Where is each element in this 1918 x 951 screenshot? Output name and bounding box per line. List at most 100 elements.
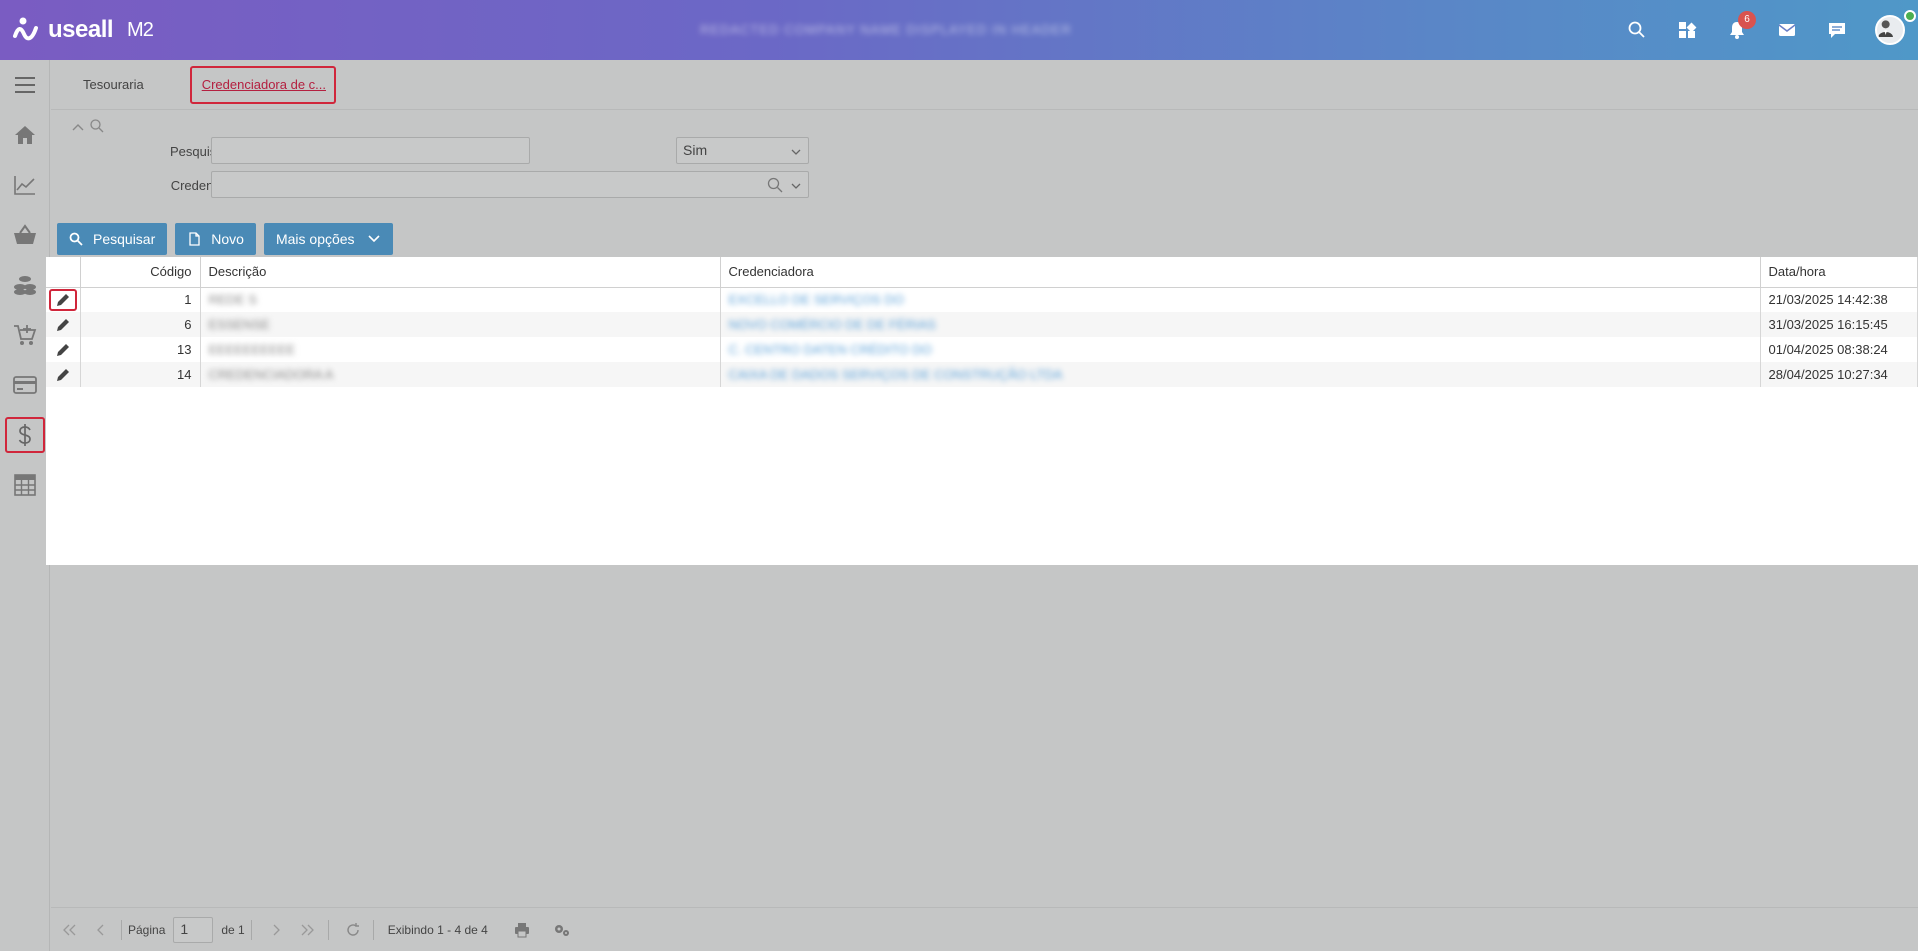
chart-line-icon [14,176,35,195]
chevron-down-icon [367,235,380,243]
cell-acquirer[interactable]: NOVO COMÉRCIO DE DE FÉRIAS [729,317,936,332]
cell-description: CREDENCIADORA A [208,367,334,382]
cell-datetime: 28/04/2025 10:27:34 [1760,362,1918,387]
edit-row-button[interactable] [49,314,77,336]
sidebar-item-treasury[interactable] [0,410,50,460]
pencil-icon [56,318,69,331]
results-table: Código Descrição Credenciadora Data/hora… [46,257,1918,387]
messages-button[interactable] [1762,0,1812,60]
pagination-bar: Página 1 de 1 Exibindo 1 - 4 de 4 [51,907,1918,951]
credit-card-icon [13,376,37,394]
apps-grid-icon [1679,22,1697,38]
sidebar-item-accounting[interactable] [0,460,50,510]
double-chevron-right-icon [301,924,314,935]
user-menu-button[interactable] [1862,0,1918,60]
sidebar-item-purchases[interactable] [0,310,50,360]
sidebar-item-stock[interactable] [0,260,50,310]
home-icon [15,126,35,144]
page-number-input[interactable]: 1 [173,916,214,943]
table-row[interactable]: 6 ESSENSE NOVO COMÉRCIO DE DE FÉRIAS 31/… [46,312,1918,337]
cell-datetime: 01/04/2025 08:38:24 [1760,337,1918,362]
cell-acquirer[interactable]: EXCELLO DE SERVIÇOS DO [729,292,904,307]
printer-icon [514,922,529,937]
table-row[interactable]: 13 EEEEEEEEEE C. CENTRO DATEN CRÉDITO DO… [46,337,1918,362]
action-toolbar: Pesquisar Novo Mais opções [57,223,393,255]
col-code[interactable]: Código [80,257,201,288]
notifications-badge: 6 [1738,11,1756,29]
tab-acquirer[interactable]: Credenciadora de c... [189,65,336,104]
grid-settings-button[interactable] [548,916,576,944]
refresh-button[interactable] [339,916,367,944]
double-chevron-left-icon [63,924,76,935]
records-count-label: Exibindo 1 - 4 de 4 [387,922,488,937]
cell-code: 14 [80,362,201,387]
active-select[interactable]: Sim [676,137,809,164]
print-button[interactable] [508,916,536,944]
sidebar-item-sales[interactable] [0,210,50,260]
pager-divider [250,919,252,940]
chevron-left-icon [97,924,104,935]
apps-button[interactable] [1662,0,1712,60]
table-row[interactable]: 14 CREDENCIADORA A CAIXA DE DADOS SERVIÇ… [46,362,1918,387]
cell-description: REDE S [208,292,257,308]
search-icon [1628,21,1645,38]
sidebar-item-treasury-highlight [5,417,45,453]
edit-row-button[interactable] [49,339,77,361]
prev-page-button[interactable] [87,916,115,944]
pager-divider [121,919,122,940]
sidebar-item-menu[interactable] [0,60,50,110]
chevron-down-icon [790,178,802,194]
cell-description: EEEEEEEEEE [208,342,296,357]
more-options-button[interactable]: Mais opções [263,223,393,255]
app-logo[interactable]: useall M2 [12,16,154,44]
cell-code: 6 [80,312,201,337]
acquirer-select[interactable] [211,171,809,198]
sidebar-item-cards[interactable] [0,360,50,410]
next-page-button[interactable] [262,916,290,944]
search-input[interactable] [211,137,530,164]
filter-search-icon[interactable] [89,118,105,137]
lookup-search-icon[interactable] [766,176,784,197]
page-total-label: de 1 [221,922,245,937]
col-acquirer[interactable]: Credenciadora [720,257,1761,288]
pencil-icon [56,343,69,356]
cell-acquirer[interactable]: C. CENTRO DATEN CRÉDITO DO [729,342,932,357]
new-button[interactable]: Novo [175,223,256,255]
more-options-label: Mais opções [275,231,355,247]
cell-acquirer[interactable]: CAIXA DE DADOS SERVIÇOS DE CONSTRUÇÃO LT… [729,367,1063,382]
dollar-icon [18,424,31,446]
col-description[interactable]: Descrição [200,257,721,288]
last-page-button[interactable] [294,916,322,944]
calculator-icon [14,474,36,496]
filter-panel: Pesquisa geral Ativo Sim Credenciadora [51,112,871,222]
cart-add-icon [14,325,37,345]
coins-icon [14,276,36,295]
tab-bar: Tesouraria Credenciadora de c... [51,60,1918,110]
tab-treasury[interactable]: Tesouraria [73,66,154,104]
table-row[interactable]: 1 REDE S EXCELLO DE SERVIÇOS DO 21/03/20… [46,287,1918,312]
chat-button[interactable] [1812,0,1862,60]
col-datetime[interactable]: Data/hora [1760,257,1918,288]
sidebar [0,60,50,951]
pencil-icon [56,368,69,381]
page-label: Página [128,922,166,937]
first-page-button[interactable] [55,916,83,944]
top-header: useall M2 REDACTED COMPANY NAME DISPLAYE… [0,0,1918,60]
cell-code: 13 [80,337,201,362]
chevron-up-icon[interactable] [71,120,85,135]
cell-datetime: 21/03/2025 14:42:38 [1760,287,1918,312]
menu-icon [15,77,35,93]
chevron-right-icon [273,924,280,935]
search-button-label: Pesquisar [93,231,156,247]
edit-row-button[interactable] [49,364,77,386]
refresh-icon [347,922,359,936]
search-button[interactable]: Pesquisar [57,223,168,255]
notifications-button[interactable]: 6 [1712,0,1762,60]
sidebar-item-home[interactable] [0,110,50,160]
mail-icon [1778,24,1796,36]
sidebar-item-reports[interactable] [0,160,50,210]
pager-divider [372,919,374,940]
edit-row-button[interactable] [48,288,77,311]
avatar [1875,15,1905,45]
header-search-button[interactable] [1612,0,1662,60]
